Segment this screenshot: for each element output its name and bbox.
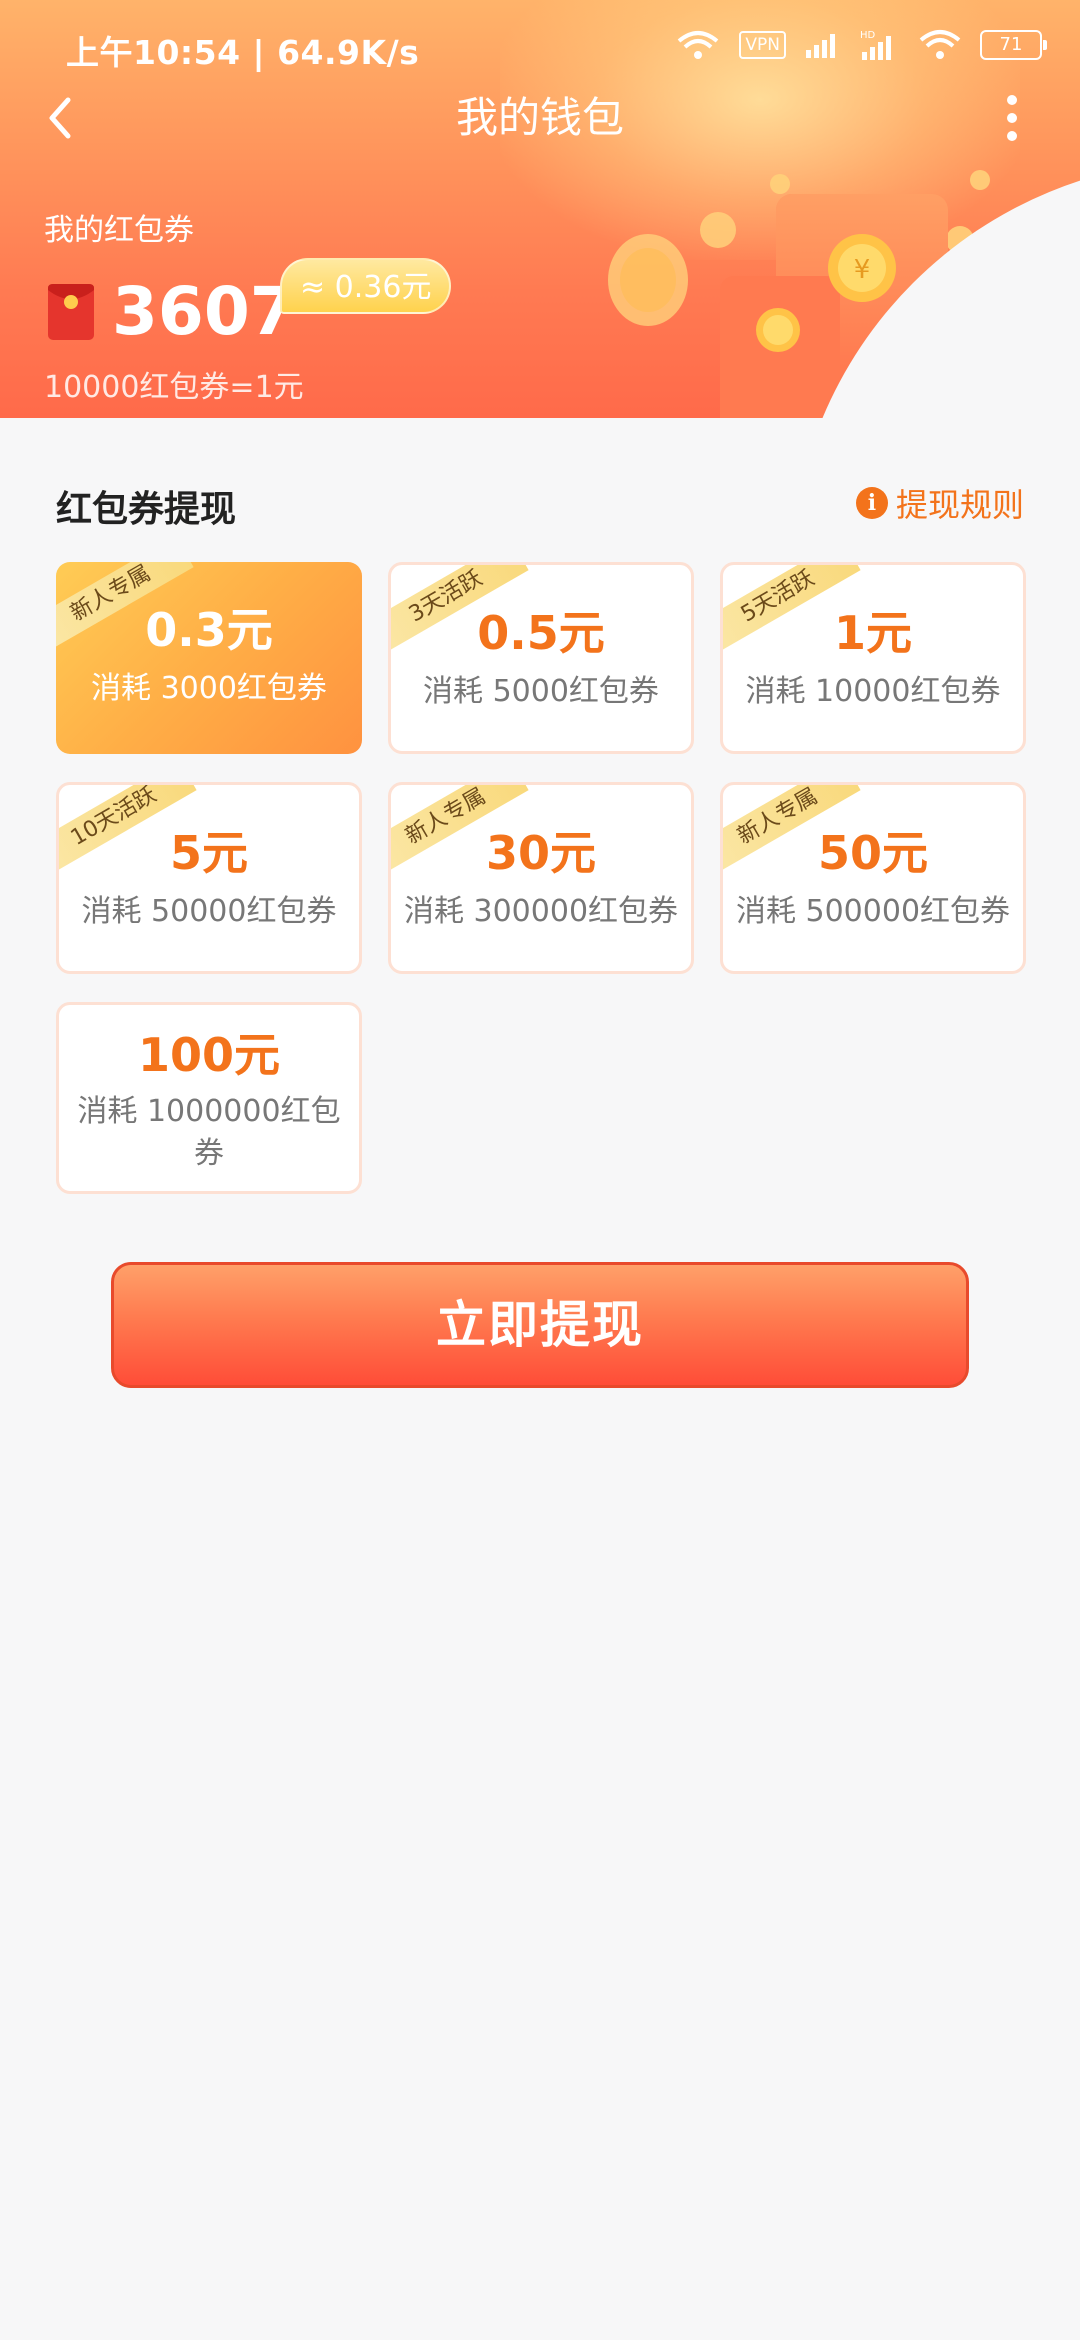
option-cost: 消耗 500000红包券 [735, 894, 1011, 929]
option-cost: 消耗 1000000红包券 [77, 1094, 341, 1171]
withdraw-now-button[interactable]: 立即提现 [111, 1262, 969, 1388]
voucher-balance: 3607 [112, 273, 296, 350]
option-amount: 0.3元 [145, 603, 273, 657]
withdraw-option-card[interactable]: 新人专属 30元 消耗 300000红包券 [388, 782, 694, 974]
option-amount: 1元 [833, 606, 912, 660]
status-bar: 上午10:54 | 64.9K/s VPN HD 71 [0, 0, 1080, 96]
option-amount: 30元 [485, 826, 596, 880]
battery-icon: 71 [980, 30, 1047, 60]
option-amount: 100元 [137, 1028, 281, 1082]
option-amount: 5元 [169, 826, 248, 880]
withdraw-option-card[interactable]: 新人专属 50元 消耗 500000红包券 [720, 782, 1026, 974]
wallet-label: 我的红包券 [44, 213, 194, 248]
more-vertical-icon[interactable] [998, 88, 1038, 148]
withdraw-rules-link[interactable]: i 提现规则 [855, 480, 1024, 526]
exchange-rate: 10000红包券=1元 [44, 370, 304, 405]
red-packet-icon [48, 284, 94, 340]
status-time: 上午10:54 | 64.9K/s [66, 33, 420, 72]
withdraw-option-card[interactable]: 10天活跃 5元 消耗 50000红包券 [56, 782, 362, 974]
withdraw-option-card[interactable]: 3天活跃 0.5元 消耗 5000红包券 [388, 562, 694, 754]
signal-icon [806, 34, 835, 58]
option-amount: 50元 [817, 826, 928, 880]
page-title: 我的钱包 [455, 93, 624, 142]
option-cost: 消耗 50000红包券 [81, 894, 337, 929]
option-cost: 消耗 3000红包券 [91, 671, 327, 706]
option-amount: 0.5元 [477, 606, 605, 660]
withdraw-option-card[interactable]: 5天活跃 1元 消耗 10000红包券 [720, 562, 1026, 754]
wallet-header: ¥ 上午10:54 | 64.9K/s VPN HD 71 我的钱包 我的红包券… [0, 0, 1080, 418]
approx-value-badge: ≈ 0.36元 [280, 258, 452, 314]
hd-label: HD [860, 30, 876, 41]
section-title: 红包券提现 [56, 489, 237, 530]
vpn-icon: VPN [739, 31, 786, 59]
withdraw-option-card[interactable]: 新人专属 0.3元 消耗 3000红包券 [56, 562, 362, 754]
rules-label: 提现规则 [895, 486, 1024, 524]
svg-text:¥: ¥ [854, 255, 871, 285]
option-cost: 消耗 300000红包券 [403, 894, 679, 929]
wifi-share-icon [678, 31, 719, 59]
signal-hd-icon: HD [860, 30, 891, 60]
wifi-icon [919, 30, 961, 59]
option-cost: 消耗 5000红包券 [423, 674, 659, 709]
option-cost: 消耗 10000红包券 [745, 674, 1001, 709]
status-icons: VPN HD 71 [675, 28, 1047, 62]
info-icon: i [855, 487, 888, 519]
withdraw-option-card[interactable]: 100元 消耗 1000000红包券 [56, 1002, 362, 1194]
